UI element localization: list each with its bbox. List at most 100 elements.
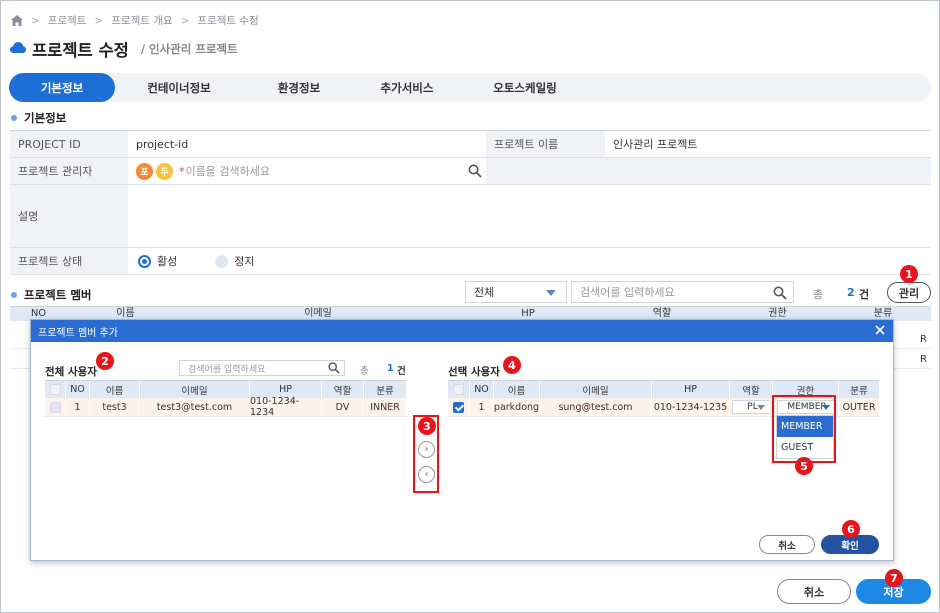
select-all-checkbox[interactable] <box>45 381 66 398</box>
breadcrumb: > 프로젝트 > 프로젝트 개요 > 프로젝트 수정 <box>11 13 259 28</box>
info-row: 프로젝트 관리자 포 두 * 이름을 검색하세요 <box>10 158 931 185</box>
total-count: 1 <box>387 363 394 374</box>
total-count: 2 <box>847 286 855 299</box>
modal-header: 프로젝트 멤버 추가 <box>31 320 893 342</box>
modal-title: 프로젝트 멤버 추가 <box>38 327 118 339</box>
col-role: 역할 <box>730 381 773 398</box>
all-users-search-input[interactable]: 검색어를 입력하세요 <box>179 360 345 376</box>
search-icon[interactable] <box>773 286 787 300</box>
empty-cell <box>486 158 931 184</box>
cell-name: parkdong <box>494 398 540 416</box>
callout-badge: 2 <box>96 352 114 370</box>
callout-badge: 3 <box>418 417 436 435</box>
tab-autoscaling[interactable]: 오토스케일링 <box>459 73 591 102</box>
manager-field: 포 두 * 이름을 검색하세요 <box>128 158 486 184</box>
row-checkbox[interactable] <box>448 398 470 416</box>
manage-button[interactable]: 관리 <box>887 282 931 303</box>
col-type: 분류 <box>839 381 880 398</box>
breadcrumb-item[interactable]: 프로젝트 개요 <box>111 13 172 28</box>
info-row: PROJECT ID project-id 프로젝트 이름 인사관리 프로젝트 <box>10 131 931 158</box>
cancel-button[interactable]: 취소 <box>777 579 851 604</box>
project-id-value: project-id <box>128 131 486 157</box>
total-label: 총 <box>360 366 369 377</box>
total-unit: 건 <box>859 288 870 301</box>
callout-badge: 7 <box>885 569 903 587</box>
status-active-radio[interactable] <box>138 254 151 268</box>
member-search-input[interactable]: 검색어를 입력하세요 <box>571 281 794 303</box>
total-label: 총 <box>813 288 824 301</box>
tab-bar: 기본정보 컨테이너정보 환경정보 추가서비스 오토스케일링 <box>9 73 931 102</box>
caret-down-icon <box>757 405 765 410</box>
section-title: 기본정보 <box>24 111 67 125</box>
member-filter-select[interactable]: 전체 <box>465 281 567 303</box>
basic-info-table: PROJECT ID project-id 프로젝트 이름 인사관리 프로젝트 … <box>10 130 931 275</box>
filter-value: 전체 <box>474 286 495 299</box>
breadcrumb-item[interactable]: 프로젝트 <box>48 13 87 28</box>
home-icon[interactable] <box>11 15 23 26</box>
section-basic-info: 기본정보 <box>11 110 66 126</box>
manager-search-input[interactable]: 이름을 검색하세요 <box>186 163 270 179</box>
table-header: NO 이름 이메일 HP 역할 분류 <box>45 380 407 398</box>
callout-badge: 4 <box>503 356 521 374</box>
status-stopped-radio[interactable] <box>215 254 229 268</box>
project-name-value: 인사관리 프로젝트 <box>605 131 931 157</box>
close-icon[interactable] <box>873 323 887 337</box>
tab-container-info[interactable]: 컨테이너정보 <box>115 73 243 102</box>
manager-label: 프로젝트 관리자 <box>10 158 128 184</box>
search-placeholder: 검색어를 입력하세요 <box>188 364 266 375</box>
status-stopped-label: 정지 <box>234 255 255 268</box>
select-all-checkbox[interactable] <box>448 381 470 398</box>
chevron-right-icon: > <box>31 14 40 27</box>
cell-role: DV <box>322 398 364 416</box>
required-mark: * <box>179 164 185 178</box>
chevron-right-icon: > <box>94 14 104 27</box>
col-name: 이름 <box>494 381 540 398</box>
desc-label: 설명 <box>10 185 128 247</box>
chevron-right-icon: > <box>180 14 190 27</box>
search-icon[interactable] <box>468 164 482 181</box>
row-checkbox[interactable] <box>45 398 66 416</box>
highlight-box <box>772 395 836 463</box>
cell-email: sung@test.com <box>540 398 652 416</box>
all-users-title: 전체 사용자 <box>45 366 97 378</box>
page-title-text: 프로젝트 수정 <box>32 41 129 60</box>
project-name-label: 프로젝트 이름 <box>486 131 605 157</box>
col-role: 역할 <box>322 381 364 398</box>
tab-env-info[interactable]: 환경정보 <box>243 73 355 102</box>
col-hp: HP <box>652 381 730 398</box>
section-title: 프로젝트 멤버 <box>24 288 92 302</box>
info-row: 설명 <box>10 185 931 248</box>
tab-basic-info[interactable]: 기본정보 <box>9 73 115 102</box>
cell-role: PL <box>730 398 773 416</box>
table-row[interactable]: 1 test3 test3@test.com 010-1234-1234 DV … <box>45 396 407 418</box>
row-tail: R <box>920 354 927 365</box>
project-id-label: PROJECT ID <box>10 131 128 157</box>
info-row: 프로젝트 상태 활성 정지 <box>10 248 931 275</box>
avatar[interactable]: 포 <box>136 162 153 180</box>
cell-hp: 010-1234-1235 <box>652 398 730 416</box>
col-no: NO <box>66 381 90 398</box>
col-name: 이름 <box>90 381 140 398</box>
all-users-table: NO 이름 이메일 HP 역할 분류 1 test3 test3@test.co… <box>45 380 407 418</box>
page-title: 프로젝트 수정 / 인사관리 프로젝트 <box>10 37 238 61</box>
total-unit: 건 <box>397 366 406 377</box>
desc-textarea[interactable] <box>128 185 931 247</box>
avatar[interactable]: 두 <box>156 162 173 180</box>
col-email: 이메일 <box>540 381 652 398</box>
callout-badge: 1 <box>900 265 918 283</box>
callout-badge: 5 <box>795 457 813 475</box>
caret-down-icon <box>546 290 556 296</box>
status-label: 프로젝트 상태 <box>10 248 128 274</box>
col-email: 이메일 <box>140 381 250 398</box>
role-select[interactable]: PL <box>732 400 770 414</box>
status-active-label: 활성 <box>157 255 178 268</box>
col-no: NO <box>470 381 494 398</box>
search-icon[interactable] <box>328 362 340 377</box>
selected-users-title: 선택 사용자 <box>448 366 500 378</box>
row-tail: R <box>920 334 927 345</box>
tab-additional-service[interactable]: 추가서비스 <box>355 73 459 102</box>
modal-cancel-button[interactable]: 취소 <box>759 535 815 554</box>
cell-type: INNER <box>364 398 407 416</box>
cell-email: test3@test.com <box>140 398 250 416</box>
cloud-icon <box>10 42 26 56</box>
